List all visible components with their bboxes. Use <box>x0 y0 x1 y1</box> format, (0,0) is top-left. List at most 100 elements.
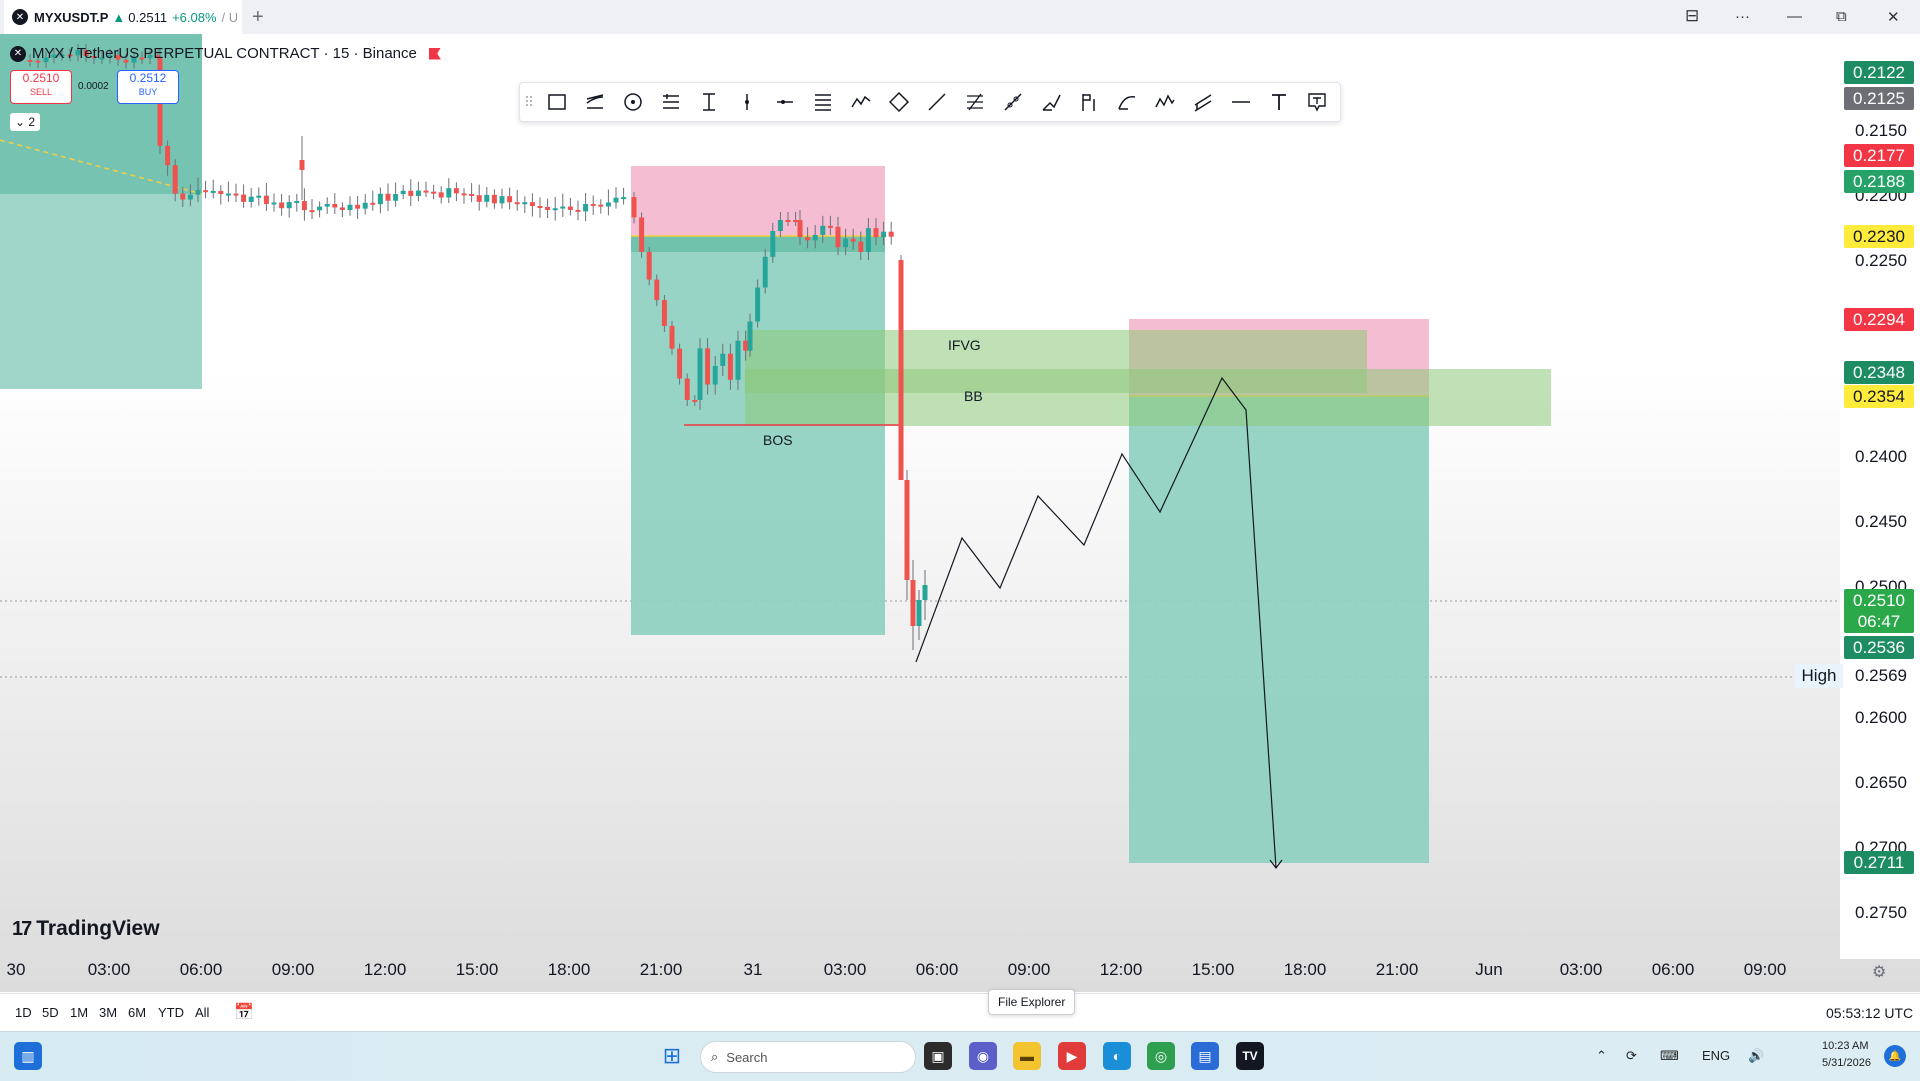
task-view-icon[interactable]: ▣ <box>924 1042 952 1070</box>
indicators-collapse-button[interactable]: ⌄ 2 <box>10 113 40 131</box>
taskbar-date[interactable]: 5/31/2026 <box>1822 1057 1871 1069</box>
media-app-icon[interactable]: ▶ <box>1058 1042 1086 1070</box>
candle-body <box>522 202 528 205</box>
layout-icon[interactable]: ⊟ <box>1685 6 1699 26</box>
text-tool-icon[interactable] <box>1260 83 1298 121</box>
drawing-toolbar: ⠿ <box>519 82 1341 122</box>
candle-body <box>408 190 414 196</box>
browser-tab[interactable]: ✕ MYXUSDT.P ▲ 0.2511 +6.08% / U <box>4 0 242 34</box>
range-1m-button[interactable]: 1M <box>70 1005 88 1020</box>
utc-clock[interactable]: 05:53:12 UTC <box>1826 1005 1913 1021</box>
pattern-tool-icon[interactable] <box>842 83 880 121</box>
tradingview-app-icon[interactable]: TV <box>1236 1042 1264 1070</box>
edge-icon[interactable]: ◐ <box>1103 1042 1131 1070</box>
windows-start-icon[interactable]: ⊞ <box>658 1042 686 1070</box>
price-badge: 0.2125 <box>1844 87 1914 110</box>
candle-body <box>423 190 429 193</box>
candle-body <box>271 202 277 205</box>
widgets-icon[interactable]: ▥ <box>14 1042 42 1070</box>
minimize-button[interactable]: — <box>1787 8 1802 25</box>
range-all-button[interactable]: All <box>195 1005 209 1020</box>
volume-icon[interactable]: 🔊 <box>1748 1048 1764 1064</box>
candle-body <box>621 197 627 200</box>
bb-label[interactable]: BB <box>964 388 983 404</box>
callout-tool-icon[interactable] <box>1298 83 1336 121</box>
candle-body <box>560 206 566 209</box>
taskbar-time[interactable]: 10:23 AM <box>1822 1040 1868 1052</box>
parallel-channel-tool-icon[interactable] <box>1184 83 1222 121</box>
candle-body <box>677 348 683 379</box>
candle-body <box>762 256 768 288</box>
tab-price: 0.2511 <box>128 9 168 25</box>
trend-line-tool-icon[interactable] <box>918 83 956 121</box>
file-explorer-icon[interactable]: ▬ <box>1013 1042 1041 1070</box>
ray-tool-icon[interactable] <box>994 83 1032 121</box>
more-options-button[interactable]: ··· <box>1735 8 1750 25</box>
notification-icon[interactable]: 🔔 <box>1884 1045 1906 1067</box>
price-range-tool-icon[interactable] <box>690 83 728 121</box>
range-ytd-button[interactable]: YTD <box>158 1005 184 1020</box>
range-5d-button[interactable]: 5D <box>42 1005 59 1020</box>
taskbar-search[interactable]: ⌕ Search <box>700 1041 916 1073</box>
rectangle-tool-icon[interactable] <box>538 83 576 121</box>
sync-icon[interactable]: ⟳ <box>1626 1048 1637 1064</box>
store-icon[interactable]: ▤ <box>1191 1042 1219 1070</box>
xabcd-tool-icon[interactable] <box>880 83 918 121</box>
buy-button[interactable]: 0.2512 BUY <box>117 70 179 104</box>
calendar-icon[interactable]: 📅 <box>234 1002 254 1022</box>
language-indicator[interactable]: ENG <box>1702 1048 1730 1063</box>
curve-tool-icon[interactable] <box>1108 83 1146 121</box>
keyboard-icon[interactable]: ⌨ <box>1660 1048 1679 1064</box>
candle-body <box>755 287 761 322</box>
range-6m-button[interactable]: 6M <box>128 1005 146 1020</box>
candle-body <box>461 193 467 196</box>
candle-body <box>347 204 353 211</box>
range-3m-button[interactable]: 3M <box>99 1005 117 1020</box>
drag-handle-icon[interactable]: ⠿ <box>520 94 538 111</box>
price-chart[interactable] <box>0 34 1840 959</box>
close-button[interactable]: ✕ <box>1887 8 1900 26</box>
candle-body <box>279 202 285 209</box>
range-1d-button[interactable]: 1D <box>15 1005 32 1020</box>
tray-chevron-icon[interactable]: ⌃ <box>1596 1048 1607 1064</box>
chart-settings-gear-icon[interactable]: ⚙ <box>1872 962 1886 982</box>
new-tab-button[interactable]: + <box>252 6 264 29</box>
time-label: 06:00 <box>179 960 223 979</box>
fib-channel-tool-icon[interactable] <box>956 83 994 121</box>
ifvg-label[interactable]: IFVG <box>948 337 981 353</box>
symbol-legend[interactable]: ✕ MYX / TetherUS PERPETUAL CONTRACT · 15… <box>10 45 441 62</box>
bos-label[interactable]: BOS <box>763 432 793 448</box>
vertical-line-tool-icon[interactable] <box>728 83 766 121</box>
position-tool-icon[interactable] <box>652 83 690 121</box>
brush-tool-icon[interactable] <box>1032 83 1070 121</box>
candle-countdown-badge: 06:47 <box>1844 610 1914 633</box>
candle-body <box>898 260 904 480</box>
chrome-icon[interactable]: ◎ <box>1147 1042 1175 1070</box>
elliott-wave-tool-icon[interactable] <box>1146 83 1184 121</box>
time-label: 15:00 <box>455 960 499 979</box>
candle-body <box>165 145 171 166</box>
time-label: 31 <box>743 960 763 979</box>
bb-zone <box>745 369 1551 426</box>
candle-body <box>241 194 247 202</box>
fib-retracement-tool-icon[interactable] <box>804 83 842 121</box>
candle-body <box>598 204 604 207</box>
meet-icon[interactable]: ◉ <box>969 1042 997 1070</box>
path-tool-icon[interactable] <box>576 83 614 121</box>
candle-body <box>735 340 741 380</box>
candle-body <box>865 228 871 253</box>
maximize-button[interactable]: ⧉ <box>1836 8 1847 25</box>
candle-body <box>888 231 894 237</box>
flag-icon[interactable] <box>428 47 441 60</box>
current-price-badge: 0.2510 <box>1844 589 1914 612</box>
candle-body <box>195 190 201 195</box>
flag-marker-tool-icon[interactable] <box>1070 83 1108 121</box>
horizontal-ray-tool-icon[interactable] <box>766 83 804 121</box>
sell-button[interactable]: 0.2510 SELL <box>10 70 72 104</box>
candle-body <box>301 201 307 211</box>
price-label: 0.2650 <box>1855 773 1907 792</box>
candle-body <box>514 202 520 205</box>
horizontal-line-tool-icon[interactable] <box>1222 83 1260 121</box>
circle-tool-icon[interactable] <box>614 83 652 121</box>
tradingview-logo[interactable]: 17 TradingView <box>12 917 160 941</box>
